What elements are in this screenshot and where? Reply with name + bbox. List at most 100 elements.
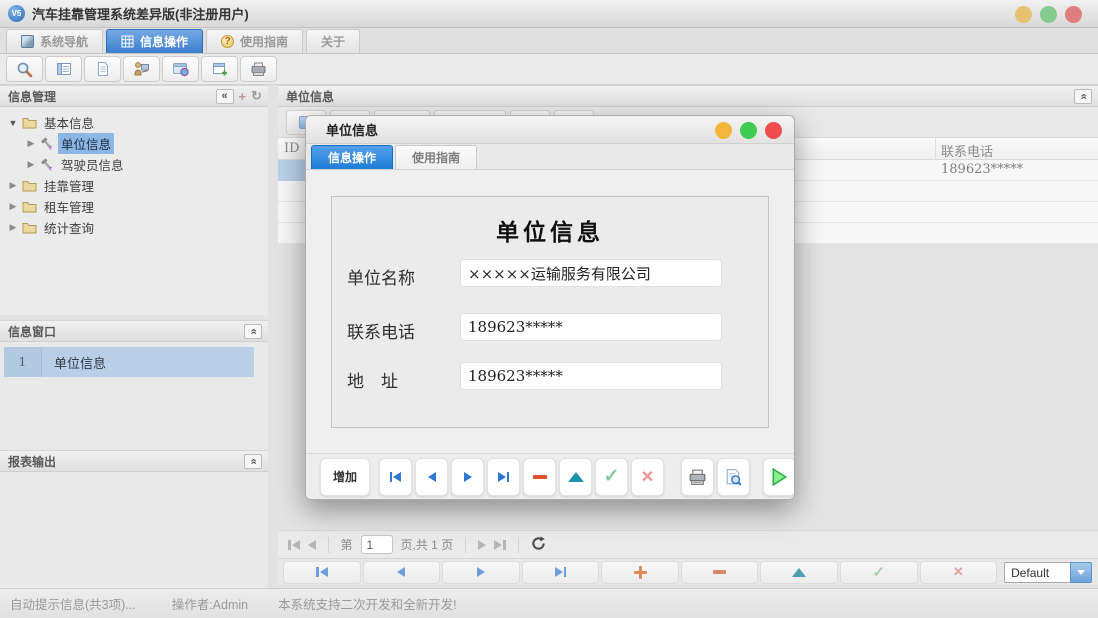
delete-record-button[interactable] [681, 561, 759, 584]
page-prefix-label: 第 [341, 536, 353, 553]
user-report-button[interactable] [123, 56, 160, 82]
column-header-id[interactable]: ID [284, 141, 300, 156]
confirm-record-button[interactable]: ✓ [840, 561, 918, 584]
search-button[interactable] [6, 56, 43, 82]
tree-node-label[interactable]: 驾驶员信息 [58, 154, 127, 175]
tab-user-guide[interactable]: ? 使用指南 [206, 29, 303, 53]
next-record-button[interactable] [442, 561, 520, 584]
tool-icon [40, 137, 54, 151]
panel-splitter[interactable] [268, 85, 278, 588]
tree-node-basic-info[interactable]: ▼ 基本信息 [0, 112, 268, 133]
dialog-minimize-button[interactable] [715, 122, 732, 139]
first-page-button[interactable] [288, 540, 300, 550]
refresh-icon[interactable]: ↻ [251, 88, 262, 104]
add-record-button[interactable] [601, 561, 679, 584]
tree-expander-icon[interactable]: ▶ [8, 222, 18, 233]
tree-expander-icon[interactable]: ▶ [26, 159, 36, 170]
first-record-button[interactable] [379, 458, 412, 496]
tree-node-unit-info[interactable]: ▶ 单位信息 [0, 133, 268, 154]
tree-expander-icon[interactable]: ▶ [26, 138, 36, 149]
printer-button[interactable] [240, 56, 277, 82]
nav-tree: ▼ 基本信息 ▶ 单位信息 ▶ 驾驶员信息 ▶ 挂靠管理 ▶ [0, 107, 268, 315]
check-icon: ✓ [604, 465, 620, 488]
phone-field[interactable] [460, 313, 722, 341]
collapse-panel-icon[interactable]: « [1074, 89, 1092, 104]
confirm-button[interactable]: ✓ [595, 458, 628, 496]
dialog-tab-info-operate[interactable]: 信息操作 [311, 145, 393, 169]
print-button[interactable] [681, 458, 714, 496]
dialog-close-button[interactable] [765, 122, 782, 139]
cancel-button[interactable]: ✕ [631, 458, 664, 496]
page-number-input[interactable] [361, 535, 393, 554]
window-view-button[interactable] [162, 56, 199, 82]
add-button[interactable]: 增加 [320, 458, 370, 496]
tree-node-label[interactable]: 统计查询 [41, 217, 97, 238]
delete-record-button[interactable] [523, 458, 556, 496]
prev-record-button[interactable] [415, 458, 448, 496]
collapse-left-icon[interactable]: « [216, 89, 234, 104]
panel-header-report-output: 报表输出 « [0, 450, 268, 472]
last-page-button[interactable] [494, 540, 506, 550]
tree-expander-icon[interactable]: ▶ [8, 180, 18, 191]
collapse-panel-icon[interactable]: « [244, 324, 262, 339]
minimize-button[interactable] [1015, 6, 1032, 23]
first-record-button[interactable] [283, 561, 361, 584]
close-button[interactable] [1065, 6, 1082, 23]
dialog-maximize-button[interactable] [740, 122, 757, 139]
list-item-label: 单位信息 [42, 353, 106, 372]
next-record-button[interactable] [451, 458, 484, 496]
address-field[interactable] [460, 362, 722, 390]
statusbar: 自动提示信息(共3项)... 操作者:Admin 本系统支持二次开发和全新开发! [0, 588, 1098, 618]
tree-node-rental[interactable]: ▶ 租车管理 [0, 196, 268, 217]
unit-info-dialog: 单位信息 信息操作 使用指南 单位信息 单位名称 联系电话 [305, 115, 795, 500]
global-toolbar [0, 54, 1098, 85]
table-add-button[interactable] [201, 56, 238, 82]
document-button[interactable] [84, 56, 121, 82]
tree-node-label-selected[interactable]: 单位信息 [58, 133, 114, 154]
status-operator: 操作者:Admin [172, 594, 248, 613]
edit-record-button[interactable] [559, 458, 592, 496]
maximize-button[interactable] [1040, 6, 1057, 23]
tree-node-statistics[interactable]: ▶ 统计查询 [0, 217, 268, 238]
tree-expander-icon[interactable]: ▼ [8, 118, 18, 128]
tree-node-affiliation[interactable]: ▶ 挂靠管理 [0, 175, 268, 196]
list-view-button[interactable] [45, 56, 82, 82]
tree-node-driver-info[interactable]: ▶ 驾驶员信息 [0, 154, 268, 175]
combobox-value[interactable]: Default [1004, 562, 1070, 583]
list-item-unit-info[interactable]: 1 单位信息 [4, 347, 254, 377]
combobox-dropdown-button[interactable] [1070, 562, 1092, 583]
dialog-tabstrip: 信息操作 使用指南 [306, 144, 794, 170]
cancel-record-button[interactable]: ✕ [920, 561, 998, 584]
run-button[interactable] [763, 458, 795, 496]
tree-node-label[interactable]: 基本信息 [41, 112, 97, 133]
dialog-tab-user-guide[interactable]: 使用指南 [395, 145, 477, 169]
unit-name-field[interactable] [460, 259, 722, 287]
panel-header-info-window: 信息窗口 « [0, 320, 268, 342]
prev-record-button[interactable] [363, 561, 441, 584]
edit-record-button[interactable] [760, 561, 838, 584]
folder-icon [22, 200, 37, 213]
tab-about[interactable]: 关于 [306, 29, 360, 53]
list-item-index: 1 [4, 347, 42, 377]
tab-system-nav[interactable]: 系统导航 [6, 29, 103, 53]
prev-page-button[interactable] [308, 540, 316, 550]
tree-node-label[interactable]: 挂靠管理 [41, 175, 97, 196]
dialog-title: 单位信息 [326, 120, 378, 139]
tree-node-label[interactable]: 租车管理 [41, 196, 97, 217]
style-combobox[interactable]: Default [1004, 562, 1092, 583]
last-record-button[interactable] [487, 458, 520, 496]
panel-title: 信息窗口 [8, 323, 56, 340]
collapse-panel-icon[interactable]: « [244, 454, 262, 469]
print-preview-button[interactable] [717, 458, 750, 496]
column-header-phone[interactable]: 联系电话 [941, 141, 993, 160]
next-page-button[interactable] [478, 540, 486, 550]
add-icon[interactable]: + [239, 89, 247, 104]
app-logo-icon: V5 [8, 5, 25, 22]
phone-cell[interactable]: 189623***** [941, 162, 1023, 177]
record-button-bar: ✓ ✕ Default [278, 558, 1098, 585]
last-record-button[interactable] [522, 561, 600, 584]
tree-expander-icon[interactable]: ▶ [8, 201, 18, 212]
tab-info-operate[interactable]: 信息操作 [106, 29, 203, 53]
refresh-button[interactable] [531, 536, 546, 554]
form-heading: 单位信息 [332, 213, 768, 247]
